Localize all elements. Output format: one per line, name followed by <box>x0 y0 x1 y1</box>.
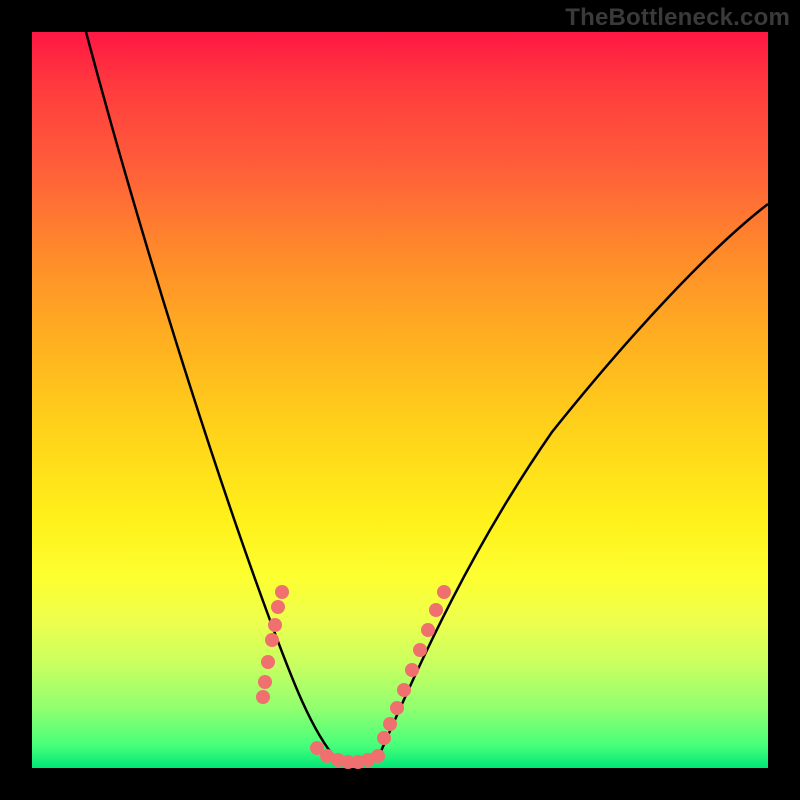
marker-dot <box>390 701 404 715</box>
plot-area <box>32 32 768 768</box>
markers-right <box>377 585 451 745</box>
marker-dot <box>437 585 451 599</box>
marker-dot <box>371 749 385 763</box>
chart-svg <box>32 32 768 768</box>
marker-dot <box>271 600 285 614</box>
marker-dot <box>383 717 397 731</box>
marker-dot <box>268 618 282 632</box>
curve-right-branch <box>377 204 768 760</box>
marker-dot <box>421 623 435 637</box>
marker-dot <box>261 655 275 669</box>
watermark-text: TheBottleneck.com <box>565 4 790 32</box>
chart-frame: TheBottleneck.com <box>0 0 800 800</box>
marker-dot <box>397 683 411 697</box>
marker-dot <box>377 731 391 745</box>
marker-dot <box>256 690 270 704</box>
curve-left-branch <box>86 32 337 760</box>
markers-left <box>256 585 289 704</box>
markers-bottom <box>310 741 385 769</box>
marker-dot <box>413 643 427 657</box>
marker-dot <box>429 603 443 617</box>
marker-dot <box>275 585 289 599</box>
marker-dot <box>405 663 419 677</box>
marker-dot <box>258 675 272 689</box>
marker-dot <box>265 633 279 647</box>
